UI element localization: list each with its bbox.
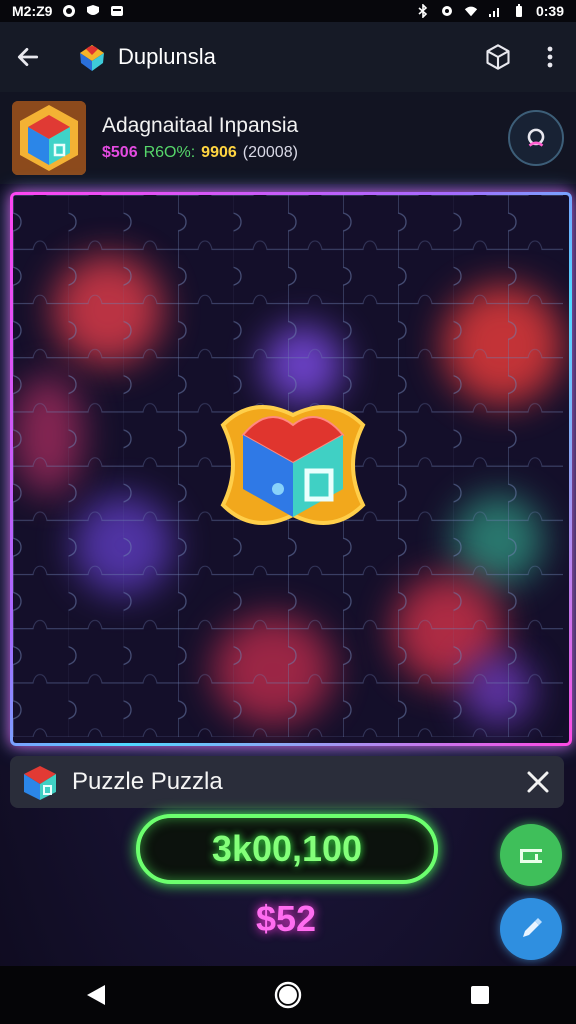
score-button[interactable]: 3k00,100: [136, 814, 438, 884]
stat-total: (20008): [242, 144, 298, 161]
puzzle-thumbnail-icon: [12, 101, 86, 175]
app-bar: Duplunsla: [0, 22, 576, 92]
cube-icon: [486, 44, 510, 70]
more-options-button[interactable]: [524, 22, 576, 92]
app-title: Duplunsla: [118, 44, 216, 69]
status-bar: M2:Z9 0:39: [0, 0, 576, 22]
puzzle-info-header: Adagnaitaal Inpansia $506 R6O%: 9906 (20…: [0, 92, 576, 184]
puzzle-center-piece-icon[interactable]: [213, 385, 373, 545]
close-button[interactable]: [512, 756, 564, 808]
nav-back-button[interactable]: [56, 966, 136, 1024]
edit-button[interactable]: [500, 898, 562, 960]
status-left: M2:Z9: [12, 3, 124, 19]
pen-icon: [523, 918, 542, 937]
price-label: $52: [255, 898, 317, 939]
system-nav-bar: [0, 966, 576, 1024]
stat-coins: $506: [102, 144, 138, 161]
stat-score: 9906: [201, 144, 237, 161]
wifi-icon: [464, 6, 478, 17]
puzzle-game-icon: [24, 766, 56, 800]
header-stats: $506 R6O%: 9906 (20008): [102, 144, 508, 162]
header-text: Adagnaitaal Inpansia $506 R6O%: 9906 (20…: [102, 114, 508, 162]
square-recents-icon: [471, 986, 489, 1004]
banner-title: Puzzle Puzzla: [72, 768, 223, 795]
settings-icon: [441, 6, 452, 16]
bluetooth-icon: [418, 4, 428, 18]
puzzle-board[interactable]: [10, 192, 572, 746]
puzzle-title: Adagnaitaal Inpansia: [102, 114, 299, 137]
app-logo-icon: [80, 45, 104, 71]
circle-home-icon: [274, 981, 302, 1009]
message-icon: [111, 6, 124, 16]
layout-icon: [520, 849, 542, 863]
puzzle-thumbnail[interactable]: [12, 101, 86, 175]
search-icon: [527, 128, 545, 147]
close-icon: [527, 771, 549, 793]
nav-home-button[interactable]: [248, 966, 328, 1024]
game-banner: Puzzle Puzzla: [10, 756, 564, 808]
nav-recents-button[interactable]: [440, 966, 520, 1024]
notification-icon: [63, 5, 76, 17]
battery-icon: [515, 4, 522, 17]
stat-progress: R6O%:: [143, 144, 196, 161]
shield-icon: [87, 5, 100, 15]
layout-button[interactable]: [500, 824, 562, 886]
triangle-back-icon: [87, 985, 105, 1005]
back-button[interactable]: [0, 22, 56, 92]
status-right: 0:39: [416, 3, 564, 19]
search-button[interactable]: [508, 110, 564, 166]
status-clock: 0:39: [535, 3, 564, 19]
arrow-left-icon: [17, 48, 39, 66]
cube-button[interactable]: [472, 22, 524, 92]
more-vert-icon: [547, 46, 553, 68]
status-time: M2:Z9: [12, 3, 53, 19]
signal-icon: [488, 8, 499, 17]
